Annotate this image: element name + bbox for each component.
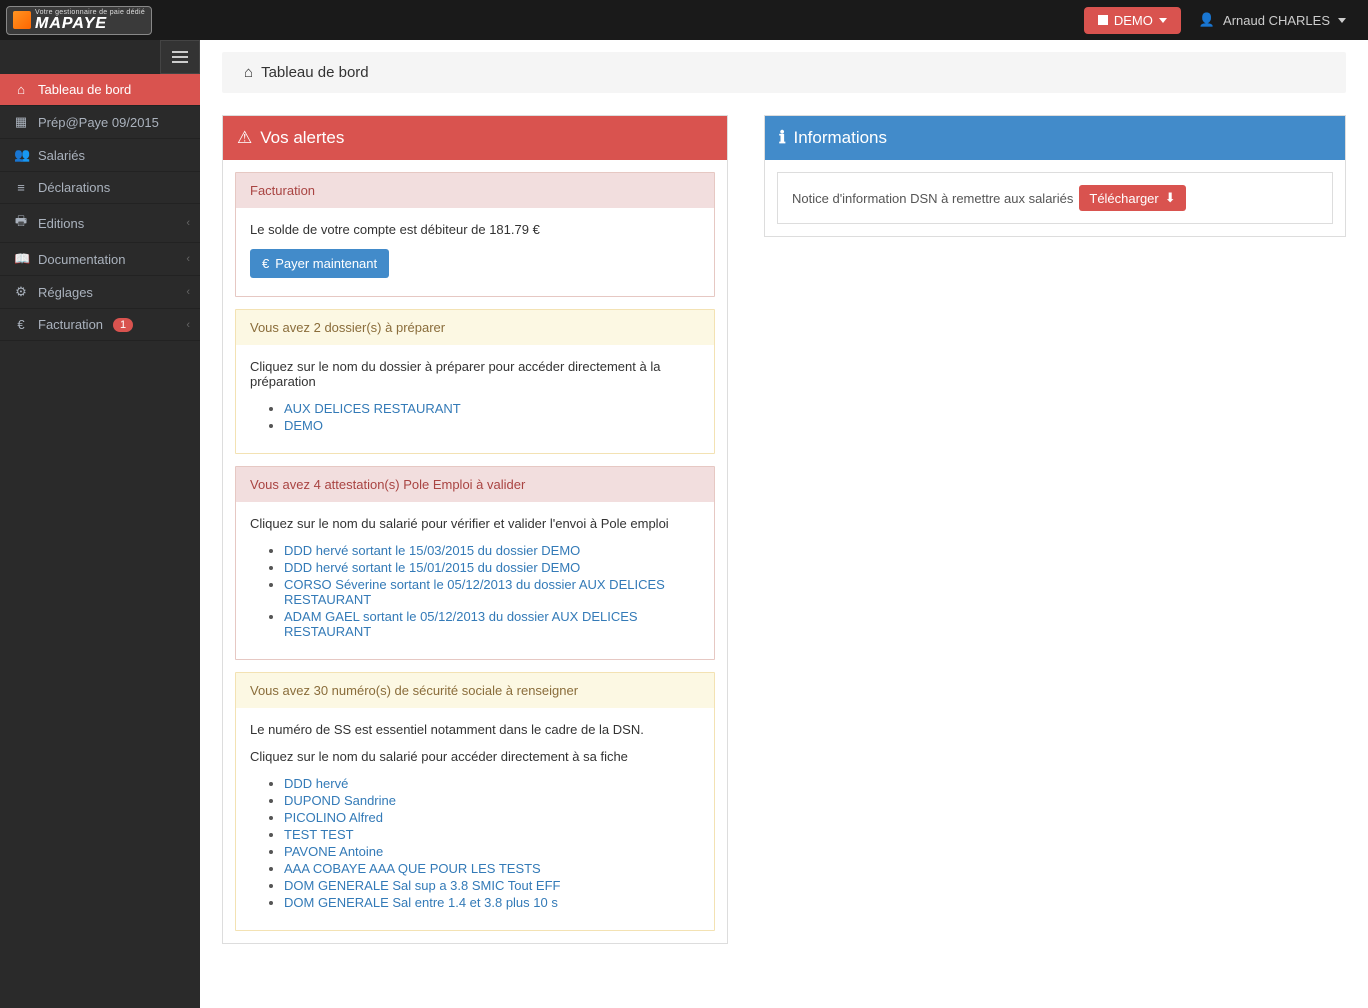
download-label: Télécharger <box>1089 191 1158 206</box>
list-item[interactable]: DEMO <box>284 418 700 433</box>
chevron-left-icon: ‹ <box>186 286 190 298</box>
bars2-icon <box>14 180 28 195</box>
alert-dossiers: Vous avez 2 dossier(s) à préparer Clique… <box>235 309 715 454</box>
sidebar-toggle[interactable] <box>160 40 200 74</box>
user-name: Arnaud CHARLES <box>1223 13 1330 28</box>
list-item[interactable]: DOM GENERALE Sal sup a 3.8 SMIC Tout EFF <box>284 878 700 893</box>
info-notice-row: Notice d'information DSN à remettre aux … <box>777 172 1333 224</box>
list-item[interactable]: DOM GENERALE Sal entre 1.4 et 3.8 plus 1… <box>284 895 700 910</box>
print-icon <box>14 212 28 234</box>
home-icon <box>14 82 28 97</box>
user-menu[interactable]: 👤 Arnaud CHARLES <box>1199 12 1346 28</box>
demo-label: DEMO <box>1114 13 1153 28</box>
sidebar: Tableau de bord Prép@Paye 09/2015 Salariés… <box>0 40 200 1008</box>
sidebar-item-label: Documentation <box>38 252 125 267</box>
sidebar-item[interactable]: Documentation ‹ <box>0 243 200 276</box>
main-content: Tableau de bord Vos alertes Facturation … <box>200 40 1368 1008</box>
sidebar-item-label: Prép@Paye 09/2015 <box>38 115 159 130</box>
sidebar-item[interactable]: Salariés <box>0 139 200 172</box>
alert-intro2: Cliquez sur le nom du salarié pour accéd… <box>250 749 700 764</box>
square-icon <box>1098 15 1108 25</box>
alert-intro1: Le numéro de SS est essentiel notamment … <box>250 722 700 737</box>
sidebar-item-label: Déclarations <box>38 180 110 195</box>
hamburger-icon <box>172 56 188 58</box>
sidebar-badge: 1 <box>113 318 133 332</box>
list-item[interactable]: DDD hervé sortant le 15/01/2015 du dossi… <box>284 560 700 575</box>
alert-intro: Cliquez sur le nom du dossier à préparer… <box>250 359 700 389</box>
alert-facturation: Facturation Le solde de votre compte est… <box>235 172 715 297</box>
list-item[interactable]: CORSO Séverine sortant le 05/12/2013 du … <box>284 577 700 607</box>
alert-text: Le solde de votre compte est débiteur de… <box>250 222 700 237</box>
alert-attestations: Vous avez 4 attestation(s) Pole Emploi à… <box>235 466 715 660</box>
demo-dropdown[interactable]: DEMO <box>1084 7 1181 34</box>
breadcrumb-label: Tableau de bord <box>261 64 369 81</box>
euro-icon <box>14 317 28 332</box>
informations-panel-title: Informations <box>765 116 1345 160</box>
alert-head: Facturation <box>236 173 714 208</box>
chevron-down-icon <box>1159 18 1167 23</box>
alert-head: Vous avez 2 dossier(s) à préparer <box>236 310 714 345</box>
chevron-left-icon: ‹ <box>186 217 190 229</box>
list-item[interactable]: DDD hervé <box>284 776 700 791</box>
download-button[interactable]: Télécharger <box>1079 185 1185 211</box>
breadcrumb: Tableau de bord <box>222 52 1346 93</box>
list-item[interactable]: PAVONE Antoine <box>284 844 700 859</box>
sidebar-item-label: Salariés <box>38 148 85 163</box>
info-icon <box>779 128 785 148</box>
logo-icon <box>13 11 31 29</box>
sidebar-item[interactable]: Prép@Paye 09/2015 <box>0 106 200 139</box>
book-icon <box>14 251 28 267</box>
list-item[interactable]: ADAM GAEL sortant le 05/12/2013 du dossi… <box>284 609 700 639</box>
sidebar-item-label: Facturation <box>38 317 103 332</box>
grid-icon <box>14 114 28 130</box>
download-icon <box>1165 190 1176 206</box>
informations-panel: Informations Notice d'information DSN à … <box>764 115 1346 237</box>
pay-now-button[interactable]: Payer maintenant <box>250 249 389 278</box>
sidebar-item[interactable]: Facturation 1 ‹ <box>0 309 200 341</box>
euro-icon <box>262 256 269 271</box>
alerts-panel: Vos alertes Facturation Le solde de votr… <box>222 115 728 944</box>
sidebar-item-label: Tableau de bord <box>38 82 131 97</box>
sidebar-item[interactable]: Réglages ‹ <box>0 276 200 309</box>
alerts-title-text: Vos alertes <box>260 128 344 148</box>
list-item[interactable]: TEST TEST <box>284 827 700 842</box>
notice-text: Notice d'information DSN à remettre aux … <box>792 191 1073 206</box>
sidebar-nav: Tableau de bord Prép@Paye 09/2015 Salariés… <box>0 74 200 341</box>
list-item[interactable]: DDD hervé sortant le 15/03/2015 du dossi… <box>284 543 700 558</box>
list-item[interactable]: DUPOND Sandrine <box>284 793 700 808</box>
sidebar-item[interactable]: Editions ‹ <box>0 204 200 243</box>
warning-icon <box>237 128 252 148</box>
logo-main: MAPAYE <box>35 16 145 32</box>
alert-head: Vous avez 4 attestation(s) Pole Emploi à… <box>236 467 714 502</box>
top-bar: Votre gestionnaire de paie dédié MAPAYE … <box>0 0 1368 40</box>
sidebar-item[interactable]: Tableau de bord <box>0 74 200 106</box>
user-icon: 👤 <box>1199 12 1215 28</box>
pay-label: Payer maintenant <box>275 256 377 271</box>
users-icon <box>14 147 28 163</box>
alert-intro: Cliquez sur le nom du salarié pour vérif… <box>250 516 700 531</box>
sidebar-item-label: Editions <box>38 216 84 231</box>
list-item[interactable]: PICOLINO Alfred <box>284 810 700 825</box>
chevron-left-icon: ‹ <box>186 253 190 265</box>
alert-ssn: Vous avez 30 numéro(s) de sécurité socia… <box>235 672 715 931</box>
home-icon <box>244 64 253 81</box>
list-item[interactable]: AUX DELICES RESTAURANT <box>284 401 700 416</box>
sidebar-item[interactable]: Déclarations <box>0 172 200 204</box>
sidebar-item-label: Réglages <box>38 285 93 300</box>
chevron-left-icon: ‹ <box>186 319 190 331</box>
cogs-icon <box>14 284 28 300</box>
alerts-panel-title: Vos alertes <box>223 116 727 160</box>
app-logo[interactable]: Votre gestionnaire de paie dédié MAPAYE <box>6 6 152 35</box>
alert-head: Vous avez 30 numéro(s) de sécurité socia… <box>236 673 714 708</box>
list-item[interactable]: AAA COBAYE AAA QUE POUR LES TESTS <box>284 861 700 876</box>
chevron-down-icon <box>1338 18 1346 23</box>
informations-title-text: Informations <box>793 128 887 148</box>
